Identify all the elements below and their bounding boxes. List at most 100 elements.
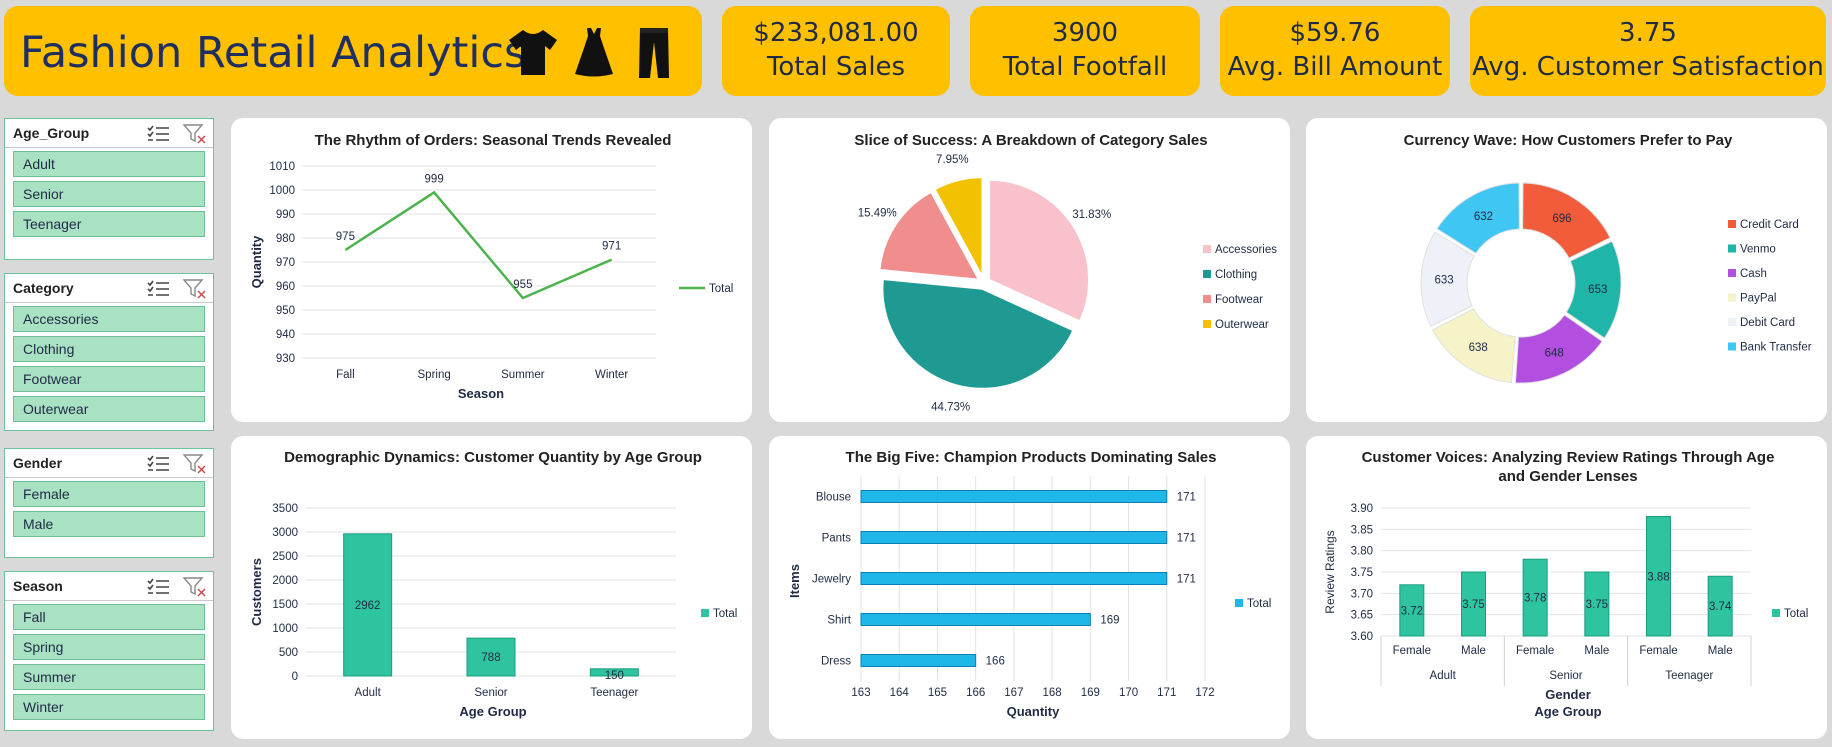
x-tick-label: Male	[1461, 645, 1486, 657]
chart-title: Demographic Dynamics: Customer Quantity …	[284, 449, 702, 466]
data-label: 999	[425, 173, 444, 185]
kpi-total-footfall: 3900 Total Footfall	[970, 6, 1200, 96]
legend-swatch	[1728, 220, 1736, 228]
multi-select-icon[interactable]	[147, 577, 171, 595]
multi-select-icon[interactable]	[147, 454, 171, 472]
slicer-title: Age_Group	[13, 125, 90, 141]
data-label: 975	[336, 231, 355, 243]
chart-title: Customer Voices: Analyzing Review Rating…	[1362, 449, 1775, 466]
kpi-label: Avg. Bill Amount	[1227, 52, 1443, 82]
slicer-item-teenager[interactable]: Teenager	[13, 211, 205, 237]
kpi-value: $233,081.00	[753, 18, 919, 48]
data-label: 971	[602, 241, 621, 253]
slicer-item-male[interactable]: Male	[13, 511, 205, 537]
x-tick-label: Female	[1639, 645, 1677, 657]
chart-review-ratings[interactable]: Customer Voices: Analyzing Review Rating…	[1306, 436, 1827, 739]
x-tick-label: 165	[928, 687, 947, 699]
kpi-value: 3.75	[1619, 18, 1677, 48]
legend-swatch	[1203, 295, 1211, 303]
legend-swatch	[1203, 245, 1211, 253]
legend-label: Credit Card	[1740, 219, 1799, 231]
data-label: 632	[1474, 211, 1493, 223]
data-label: 169	[1100, 615, 1119, 627]
kpi-total-sales: $233,081.00 Total Sales	[722, 6, 950, 96]
x-tick-label: 164	[890, 687, 910, 699]
legend-swatch	[701, 609, 709, 617]
y-tick-label: 0	[292, 671, 298, 683]
seasonal-line-chart: The Rhythm of Orders: Seasonal Trends Re…	[249, 132, 733, 401]
slicer-item-footwear[interactable]: Footwear	[13, 366, 205, 392]
series-line-total	[344, 190, 613, 300]
slicer-item-adult[interactable]: Adult	[13, 151, 205, 177]
data-label: 171	[1177, 533, 1196, 545]
slicer-gender: Gender Female Male	[4, 448, 214, 558]
x-tick-label: Male	[1708, 645, 1733, 657]
x-tick-label: 171	[1157, 687, 1176, 699]
multi-select-icon[interactable]	[147, 279, 171, 297]
legend-swatch	[1235, 599, 1243, 607]
slicer-title: Season	[13, 578, 63, 594]
slicer-item-fall[interactable]: Fall	[13, 604, 205, 630]
clear-filter-icon[interactable]	[183, 124, 207, 144]
y-tick-label: 1010	[269, 161, 295, 173]
slicer-item-summer[interactable]: Summer	[13, 664, 205, 690]
y-tick-label: 3.90	[1351, 503, 1373, 515]
legend-label: Clothing	[1215, 269, 1257, 281]
chart-payment-methods[interactable]: Currency Wave: How Customers Prefer to P…	[1306, 118, 1827, 422]
legend-label: Bank Transfer	[1740, 342, 1812, 354]
y-tick-label: 3.80	[1351, 546, 1373, 558]
chart-top-products[interactable]: The Big Five: Champion Products Dominati…	[769, 436, 1290, 739]
x-tick-label: Senior	[474, 687, 507, 699]
payment-donut-chart: Currency Wave: How Customers Prefer to P…	[1404, 132, 1812, 384]
chart-category-sales[interactable]: Slice of Success: A Breakdown of Categor…	[769, 118, 1290, 422]
data-label: 171	[1177, 492, 1196, 504]
legend-swatch	[1203, 270, 1211, 278]
x-tick-label: Female	[1393, 645, 1431, 657]
slicer-season: Season Fall Spring Summer Winter	[4, 571, 214, 731]
review-ratings-bar-chart: Customer Voices: Analyzing Review Rating…	[1323, 449, 1808, 719]
y-tick-label: 2500	[272, 551, 298, 563]
data-label: 31.83%	[1072, 209, 1111, 221]
y-tick-label: 1500	[272, 599, 298, 611]
chart-title: Currency Wave: How Customers Prefer to P…	[1404, 132, 1733, 149]
slicer-item-spring[interactable]: Spring	[13, 634, 205, 660]
kpi-label: Total Sales	[766, 52, 906, 82]
data-label: 166	[986, 656, 1005, 668]
slicer-item-accessories[interactable]: Accessories	[13, 306, 205, 332]
slicer-title: Category	[13, 280, 74, 296]
x-tick-label: 169	[1081, 687, 1100, 699]
slicer-item-female[interactable]: Female	[13, 481, 205, 507]
slicer-item-senior[interactable]: Senior	[13, 181, 205, 207]
slicer-item-winter[interactable]: Winter	[13, 694, 205, 720]
slicer-item-outerwear[interactable]: Outerwear	[13, 396, 205, 422]
y-tick-label: 3.75	[1351, 567, 1373, 579]
legend-label: Total	[713, 608, 737, 620]
legend-label: Total	[1247, 598, 1271, 610]
y-tick-label: 3.65	[1351, 610, 1373, 622]
multi-select-icon[interactable]	[147, 124, 171, 142]
chart-seasonal-trends[interactable]: The Rhythm of Orders: Seasonal Trends Re…	[231, 118, 752, 422]
data-label: 2962	[355, 600, 381, 612]
x-tick-label: 163	[851, 687, 870, 699]
chart-age-group[interactable]: Demographic Dynamics: Customer Quantity …	[231, 436, 752, 739]
clear-filter-icon[interactable]	[183, 454, 207, 474]
tshirt-icon	[509, 30, 557, 75]
data-label: 15.49%	[858, 207, 897, 219]
x-tick-label: Teenager	[590, 687, 638, 699]
y-tick-label: 3.70	[1351, 588, 1373, 600]
legend-swatch	[1772, 609, 1780, 617]
y-tick-label: 3.85	[1351, 524, 1373, 536]
y-axis-title: Items	[787, 564, 802, 598]
chart-title: The Big Five: Champion Products Dominati…	[846, 449, 1217, 466]
data-label: 3.75	[1462, 599, 1484, 611]
slicer-item-clothing[interactable]: Clothing	[13, 336, 205, 362]
legend-label: Cash	[1740, 268, 1767, 280]
kpi-avg-satisfaction: 3.75 Avg. Customer Satisfaction	[1470, 6, 1826, 96]
x-tick-label: Male	[1584, 645, 1609, 657]
group-label: Senior	[1549, 670, 1582, 682]
legend-swatch	[1728, 269, 1736, 277]
kpi-label: Total Footfall	[1002, 52, 1168, 82]
clear-filter-icon[interactable]	[183, 279, 207, 299]
x-axis-title-2: Age Group	[1534, 704, 1601, 719]
clear-filter-icon[interactable]	[183, 577, 207, 597]
